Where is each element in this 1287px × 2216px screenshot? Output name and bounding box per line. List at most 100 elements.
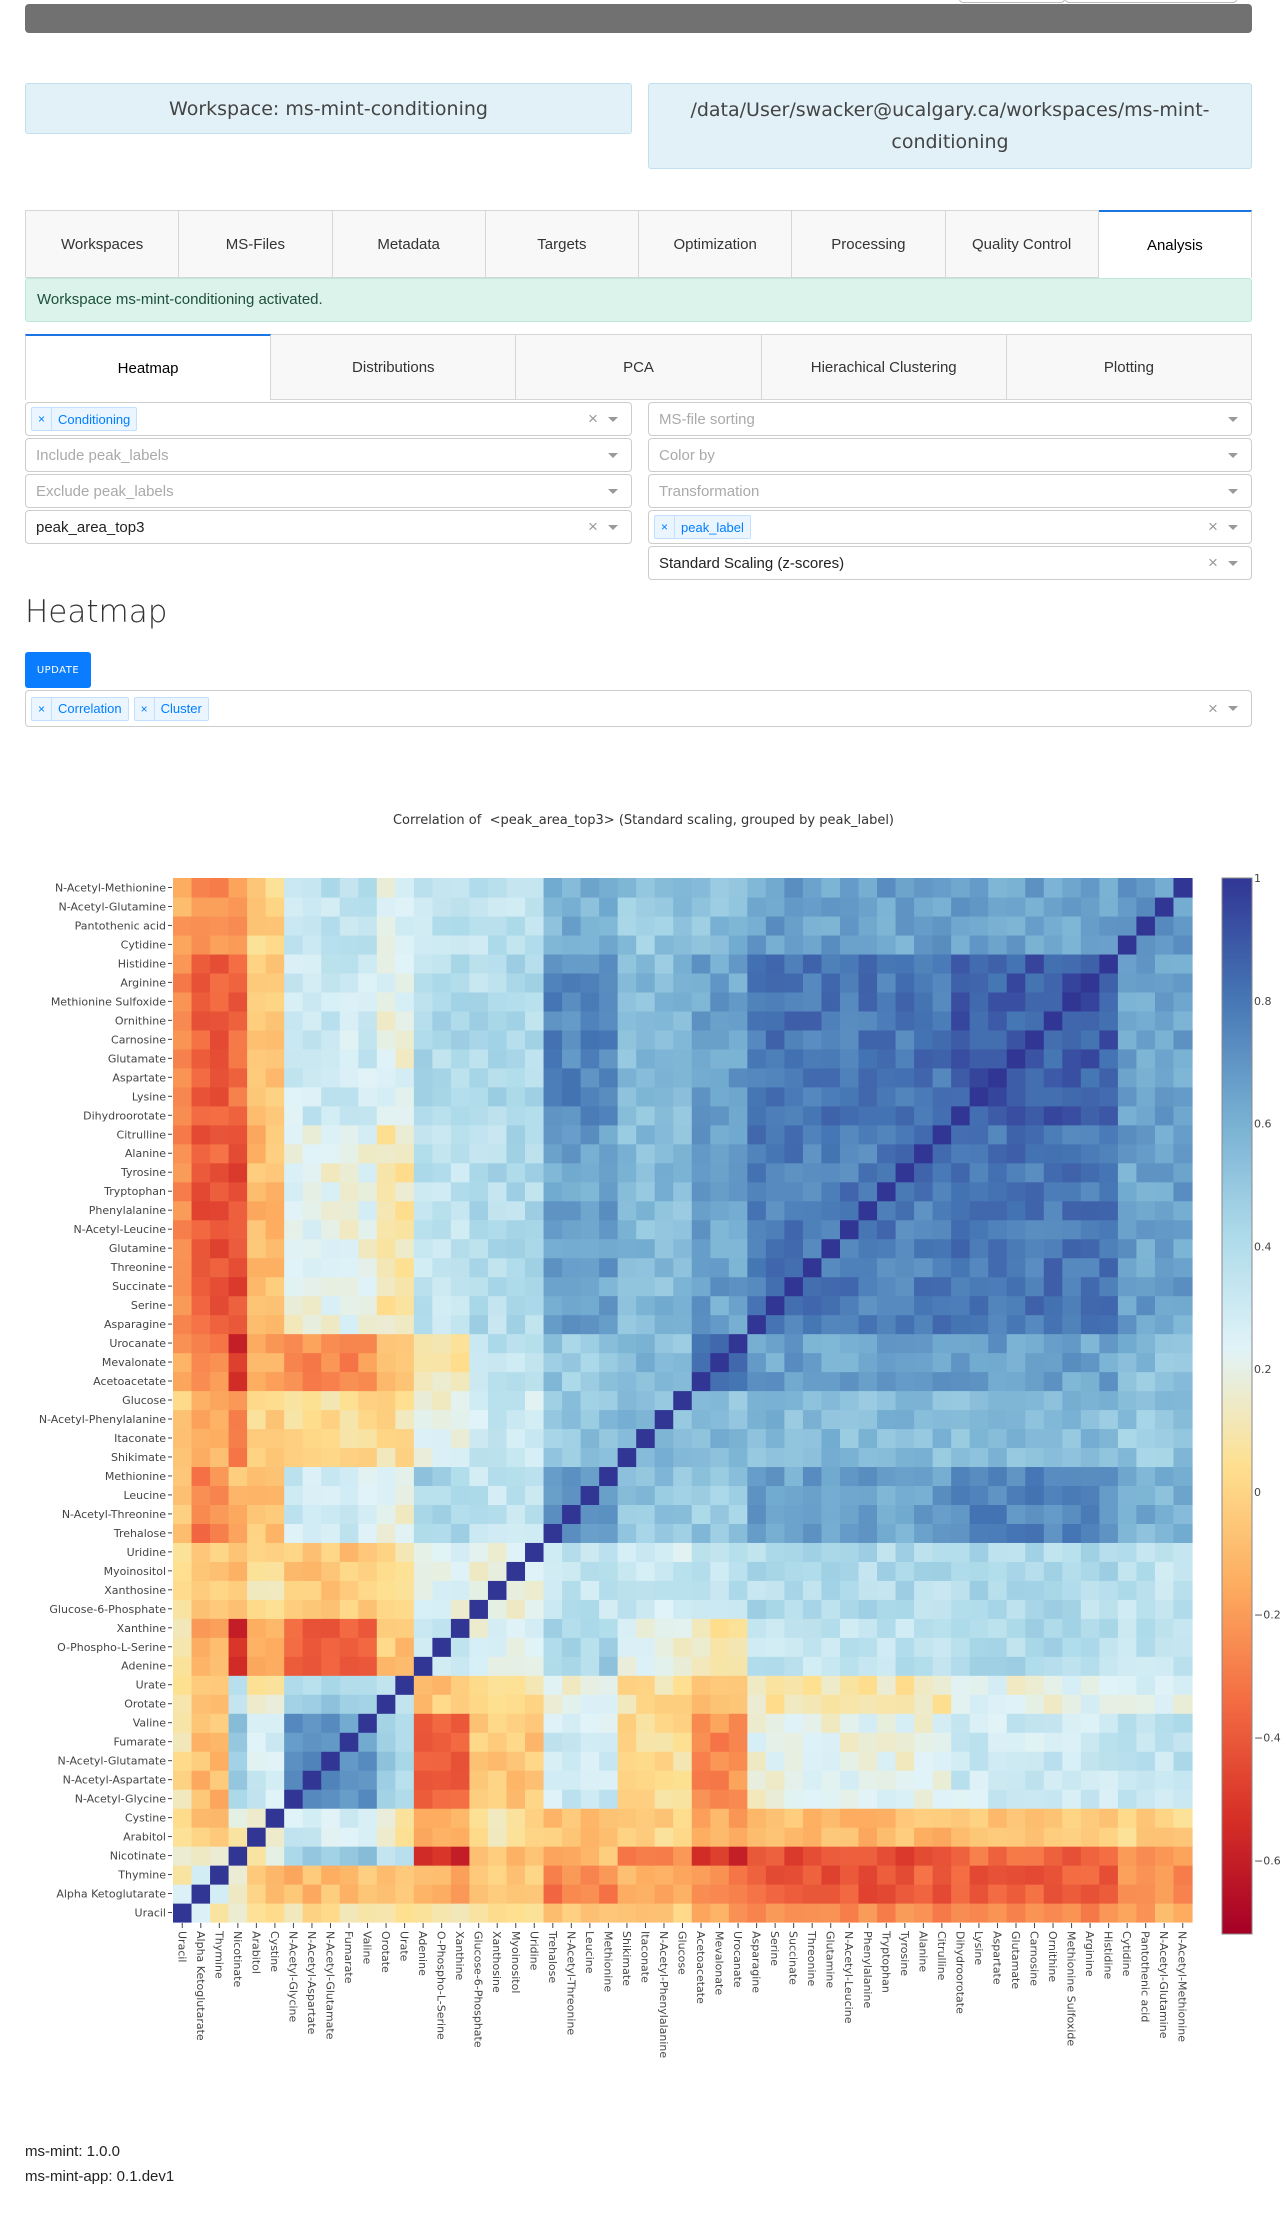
- heatmap-cell[interactable]: [395, 1067, 415, 1088]
- heatmap-cell[interactable]: [1117, 1371, 1138, 1392]
- heatmap-cell[interactable]: [580, 1371, 600, 1392]
- heatmap-cell[interactable]: [951, 1713, 971, 1733]
- heatmap-cell[interactable]: [247, 1143, 267, 1164]
- heatmap-cell[interactable]: [173, 1770, 193, 1790]
- heatmap-cell[interactable]: [506, 1276, 526, 1297]
- heatmap-cell[interactable]: [265, 1542, 285, 1562]
- heatmap-cell[interactable]: [617, 1865, 637, 1885]
- heatmap-cell[interactable]: [321, 1694, 341, 1714]
- heatmap-cell[interactable]: [265, 1485, 285, 1505]
- heatmap-cell[interactable]: [1136, 1371, 1156, 1392]
- heatmap-cell[interactable]: [599, 1732, 619, 1752]
- heatmap-cell[interactable]: [784, 1029, 804, 1050]
- heatmap-cell[interactable]: [562, 1124, 582, 1145]
- heatmap-cell[interactable]: [487, 1428, 508, 1449]
- heatmap-cell[interactable]: [265, 1466, 285, 1487]
- heatmap-cell[interactable]: [673, 1295, 693, 1316]
- heatmap-cell[interactable]: [173, 1143, 193, 1164]
- heatmap-cell[interactable]: [728, 1048, 748, 1069]
- heatmap-cell[interactable]: [562, 1504, 582, 1524]
- heatmap-cell[interactable]: [747, 1333, 767, 1354]
- heatmap-cell[interactable]: [1043, 1276, 1063, 1297]
- heatmap-cell[interactable]: [1062, 915, 1082, 936]
- heatmap-cell[interactable]: [543, 1865, 563, 1885]
- heatmap-cell[interactable]: [858, 1238, 878, 1259]
- heatmap-cell[interactable]: [599, 915, 619, 936]
- heatmap-cell[interactable]: [358, 1371, 378, 1392]
- heatmap-cell[interactable]: [765, 1314, 785, 1335]
- heatmap-cell[interactable]: [1025, 1219, 1045, 1240]
- heatmap-cell[interactable]: [1117, 1447, 1138, 1468]
- heatmap-cell[interactable]: [765, 1352, 785, 1373]
- heatmap-cell[interactable]: [1043, 1618, 1063, 1638]
- heatmap-cell[interactable]: [302, 972, 322, 993]
- heatmap-cell[interactable]: [358, 1903, 378, 1923]
- heatmap-cell[interactable]: [932, 1409, 952, 1430]
- heatmap-cell[interactable]: [839, 1675, 860, 1695]
- heatmap-cell[interactable]: [395, 1504, 415, 1524]
- heatmap-cell[interactable]: [376, 1846, 396, 1866]
- heatmap-cell[interactable]: [432, 1105, 452, 1126]
- heatmap-cell[interactable]: [710, 1865, 730, 1885]
- heatmap-cell[interactable]: [525, 1713, 545, 1733]
- heatmap-cell[interactable]: [858, 1618, 878, 1638]
- heatmap-cell[interactable]: [1025, 972, 1045, 993]
- heatmap-cell[interactable]: [747, 1656, 767, 1676]
- heatmap-cell[interactable]: [951, 1770, 971, 1790]
- heatmap-cell[interactable]: [914, 1504, 934, 1524]
- heatmap-cell[interactable]: [302, 1048, 322, 1069]
- heatmap-cell[interactable]: [580, 1485, 600, 1505]
- heatmap-cell[interactable]: [302, 1314, 322, 1335]
- heatmap-cell[interactable]: [710, 1846, 730, 1866]
- heatmap-cell[interactable]: [969, 1238, 989, 1259]
- heatmap-cell[interactable]: [469, 1846, 489, 1866]
- heatmap-cell[interactable]: [636, 953, 656, 974]
- heatmap-cell[interactable]: [1117, 1105, 1138, 1126]
- heatmap-cell[interactable]: [599, 1770, 619, 1790]
- heatmap-cell[interactable]: [969, 1713, 989, 1733]
- heatmap-cell[interactable]: [728, 1485, 748, 1505]
- heatmap-cell[interactable]: [1062, 1428, 1082, 1449]
- heatmap-cell[interactable]: [1006, 1865, 1026, 1885]
- heatmap-cell[interactable]: [747, 1561, 767, 1581]
- heatmap-cell[interactable]: [802, 1732, 823, 1752]
- heatmap-cell[interactable]: [784, 1219, 804, 1240]
- heatmap-cell[interactable]: [599, 1124, 619, 1145]
- heatmap-cell[interactable]: [969, 1694, 989, 1714]
- heatmap-cell[interactable]: [765, 1276, 785, 1297]
- heatmap-cell[interactable]: [821, 1257, 841, 1278]
- heatmap-cell[interactable]: [654, 1010, 674, 1031]
- heatmap-cell[interactable]: [525, 1105, 545, 1126]
- heatmap-cell[interactable]: [728, 1314, 748, 1335]
- heatmap-cell[interactable]: [654, 1181, 674, 1202]
- heatmap-cell[interactable]: [1099, 1504, 1119, 1524]
- heatmap-cell[interactable]: [302, 1257, 322, 1278]
- heatmap-cell[interactable]: [821, 1504, 841, 1524]
- tab-analysis[interactable]: Analysis: [1098, 210, 1252, 278]
- heatmap-cell[interactable]: [413, 878, 433, 898]
- heatmap-cell[interactable]: [839, 1390, 860, 1411]
- heatmap-cell[interactable]: [765, 878, 785, 898]
- heatmap-cell[interactable]: [395, 1599, 415, 1619]
- heatmap-cell[interactable]: [839, 1542, 860, 1562]
- heatmap-cell[interactable]: [302, 1105, 322, 1126]
- heatmap-cell[interactable]: [173, 1485, 193, 1505]
- heatmap-cell[interactable]: [1062, 991, 1082, 1012]
- heatmap-cell[interactable]: [858, 1580, 878, 1600]
- heatmap-cell[interactable]: [877, 1542, 897, 1562]
- heatmap-cell[interactable]: [321, 1295, 341, 1316]
- heatmap-cell[interactable]: [228, 1181, 248, 1202]
- remove-tag-icon[interactable]: ×: [32, 408, 53, 430]
- heatmap-cell[interactable]: [210, 1865, 230, 1885]
- heatmap-cell[interactable]: [450, 1599, 471, 1619]
- heatmap-cell[interactable]: [376, 1314, 396, 1335]
- heatmap-cell[interactable]: [858, 1466, 878, 1487]
- heatmap-cell[interactable]: [1099, 991, 1119, 1012]
- heatmap-cell[interactable]: [821, 1390, 841, 1411]
- heatmap-cell[interactable]: [284, 1599, 304, 1619]
- heatmap-cell[interactable]: [525, 1067, 545, 1088]
- heatmap-cell[interactable]: [543, 1333, 563, 1354]
- heatmap-cell[interactable]: [376, 1827, 396, 1847]
- heatmap-cell[interactable]: [228, 1865, 248, 1885]
- heatmap-cell[interactable]: [1136, 1770, 1156, 1790]
